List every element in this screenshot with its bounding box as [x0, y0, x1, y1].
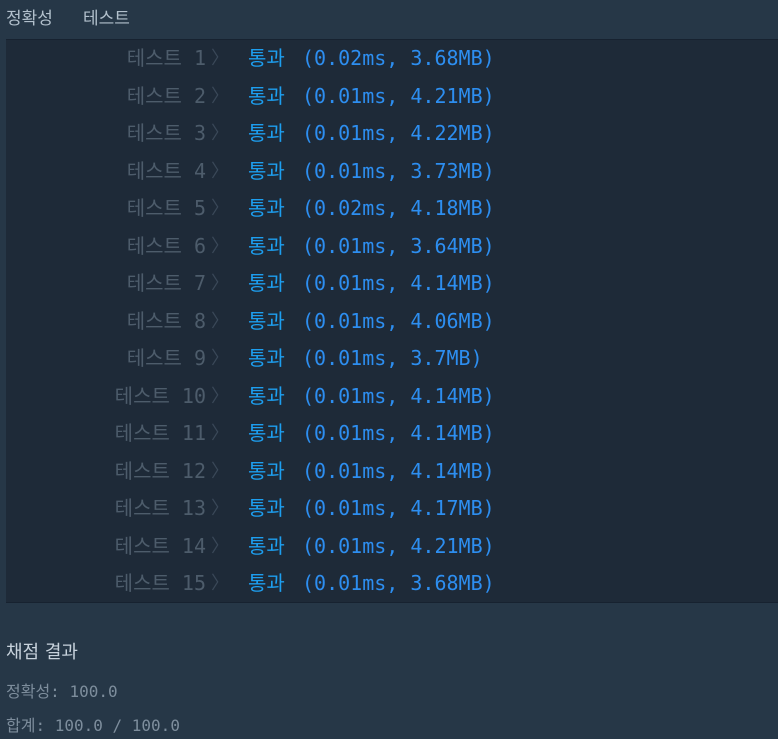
total-summary: 합계: 100.0 / 100.0	[6, 715, 180, 737]
total-value: 100.0 / 100.0	[54, 716, 180, 735]
accuracy-summary: 정확성: 100.0	[6, 681, 118, 703]
test-detail: (0.02ms, 3.68MB)	[302, 46, 495, 70]
test-label: 테스트 15	[114, 571, 206, 595]
test-row: 테스트 7 〉 통과 (0.01ms, 4.14MB)	[6, 265, 778, 302]
test-status: 통과	[248, 83, 285, 108]
chevron-right-icon: 〉	[211, 85, 229, 107]
test-results-panel: 테스트 1 〉 통과 (0.02ms, 3.68MB) 테스트 2 〉 통과 (0.01ms,…	[6, 39, 778, 603]
test-row: 테스트 10 〉 통과 (0.01ms, 4.14MB)	[6, 378, 778, 415]
test-status: 통과	[248, 271, 285, 295]
accuracy-label: 정확성:	[6, 682, 60, 701]
test-detail: (0.01ms, 3.64MB)	[302, 233, 495, 258]
test-status: 통과	[248, 496, 285, 520]
test-label: 테스트 7	[126, 271, 206, 295]
test-row: 테스트 6 〉 통과 (0.01ms, 3.64MB)	[6, 228, 778, 265]
test-status: 통과	[248, 383, 285, 408]
test-detail: (0.01ms, 4.21MB)	[302, 533, 495, 558]
test-label: 테스트 11	[114, 421, 206, 445]
test-label: 테스트 1	[126, 46, 206, 70]
test-label: 테스트 4	[126, 158, 206, 183]
test-status: 통과	[248, 121, 285, 145]
test-detail: (0.01ms, 4.17MB)	[302, 496, 495, 520]
results-header: 정확성 테스트	[0, 0, 778, 38]
test-detail: (0.01ms, 4.14MB)	[302, 383, 495, 408]
test-detail: (0.01ms, 4.14MB)	[302, 421, 495, 445]
test-status: 통과	[248, 46, 285, 70]
total-label: 합계:	[6, 716, 46, 735]
chevron-right-icon: 〉	[211, 460, 229, 482]
test-row: 테스트 9 〉 통과 (0.01ms, 3.7MB)	[6, 340, 778, 377]
chevron-right-icon: 〉	[211, 310, 229, 332]
accuracy-value: 100.0	[69, 682, 118, 701]
chevron-right-icon: 〉	[211, 385, 229, 407]
test-detail: (0.01ms, 3.73MB)	[302, 158, 495, 183]
test-label: 테스트 5	[126, 196, 206, 220]
test-detail: (0.01ms, 4.06MB)	[302, 308, 495, 333]
test-label: 테스트 14	[114, 533, 206, 558]
header-accuracy: 정확성	[6, 9, 53, 29]
chevron-right-icon: 〉	[211, 423, 229, 444]
test-status: 통과	[248, 458, 285, 483]
test-detail: (0.01ms, 3.68MB)	[302, 571, 495, 595]
test-status: 통과	[248, 308, 285, 333]
chevron-right-icon: 〉	[211, 573, 229, 594]
test-row: 테스트 11 〉 통과 (0.01ms, 4.14MB)	[6, 415, 778, 452]
test-label: 테스트 2	[126, 83, 206, 108]
test-status: 통과	[248, 196, 285, 220]
chevron-right-icon: 〉	[211, 273, 229, 294]
chevron-right-icon: 〉	[211, 123, 229, 144]
header-test: 테스트	[83, 9, 130, 29]
test-status: 통과	[248, 233, 285, 258]
test-label: 테스트 10	[114, 383, 206, 408]
test-row: 테스트 1 〉 통과 (0.02ms, 3.68MB)	[6, 40, 778, 77]
test-row: 테스트 15 〉 통과 (0.01ms, 3.68MB)	[6, 565, 778, 602]
test-row: 테스트 14 〉 통과 (0.01ms, 4.21MB)	[6, 528, 778, 565]
test-label: 테스트 13	[114, 496, 206, 520]
chevron-right-icon: 〉	[211, 235, 229, 257]
test-label: 테스트 6	[126, 233, 206, 258]
test-status: 통과	[248, 421, 285, 445]
grading-result-title: 채점 결과	[6, 642, 78, 663]
test-status: 통과	[248, 158, 285, 183]
test-row: 테스트 8 〉 통과 (0.01ms, 4.06MB)	[6, 303, 778, 340]
chevron-right-icon: 〉	[211, 160, 229, 182]
chevron-right-icon: 〉	[211, 535, 229, 557]
test-detail: (0.01ms, 3.7MB)	[302, 346, 483, 370]
test-status: 통과	[248, 346, 285, 370]
chevron-right-icon: 〉	[211, 48, 229, 69]
test-label: 테스트 12	[114, 458, 206, 483]
test-detail: (0.01ms, 4.21MB)	[302, 83, 495, 108]
test-label: 테스트 9	[126, 346, 206, 370]
test-row: 테스트 12 〉 통과 (0.01ms, 4.14MB)	[6, 453, 778, 490]
test-row: 테스트 4 〉 통과 (0.01ms, 3.73MB)	[6, 153, 778, 190]
chevron-right-icon: 〉	[211, 198, 229, 219]
test-status: 통과	[248, 533, 285, 558]
test-detail: (0.01ms, 4.14MB)	[302, 458, 495, 483]
test-row: 테스트 3 〉 통과 (0.01ms, 4.22MB)	[6, 115, 778, 152]
test-detail: (0.02ms, 4.18MB)	[302, 196, 495, 220]
test-detail: (0.01ms, 4.22MB)	[302, 121, 495, 145]
chevron-right-icon: 〉	[211, 498, 229, 519]
test-row: 테스트 5 〉 통과 (0.02ms, 4.18MB)	[6, 190, 778, 227]
test-row: 테스트 13 〉 통과 (0.01ms, 4.17MB)	[6, 490, 778, 527]
chevron-right-icon: 〉	[211, 348, 229, 369]
test-detail: (0.01ms, 4.14MB)	[302, 271, 495, 295]
test-status: 통과	[248, 571, 285, 595]
test-row: 테스트 2 〉 통과 (0.01ms, 4.21MB)	[6, 78, 778, 115]
test-label: 테스트 8	[126, 308, 206, 333]
test-label: 테스트 3	[126, 121, 206, 145]
